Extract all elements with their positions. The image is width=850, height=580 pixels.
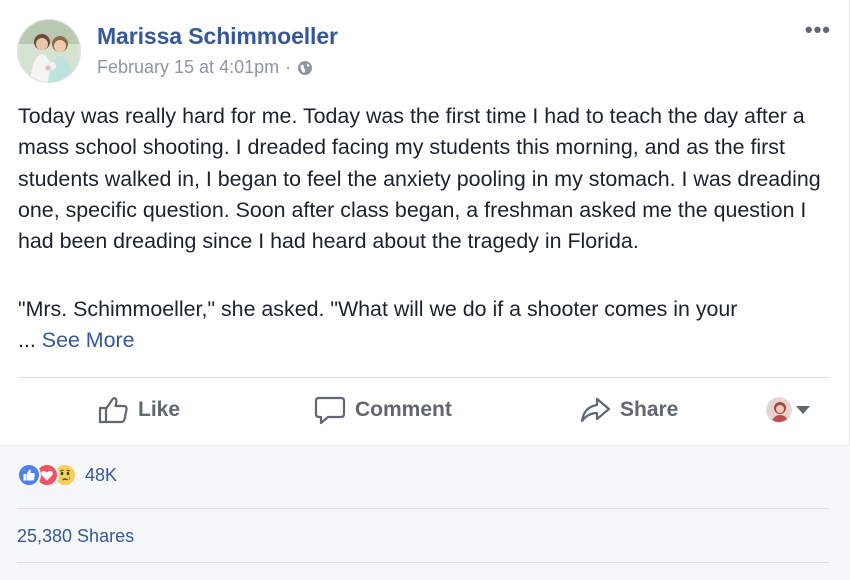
chevron-down-icon xyxy=(796,406,810,414)
post-meta: February 15 at 4:01pm · xyxy=(97,57,313,78)
author-name[interactable]: Marissa Schimmoeller xyxy=(97,23,338,50)
like-label: Like xyxy=(138,398,181,421)
more-options-icon[interactable]: ••• xyxy=(805,19,831,41)
reaction-count[interactable]: 48K xyxy=(85,465,117,486)
post-as-selector[interactable] xyxy=(766,396,810,424)
footer-divider xyxy=(17,508,829,509)
comment-bubble-icon xyxy=(314,396,346,424)
user-mini-avatar xyxy=(766,397,792,423)
post-paragraph-1: Today was really hard for me. Today was … xyxy=(18,104,821,254)
share-button[interactable]: Share xyxy=(580,390,678,430)
truncation-ellipsis: ... xyxy=(18,328,36,353)
comment-button[interactable]: Comment xyxy=(314,390,452,430)
see-more-link[interactable]: See More xyxy=(42,328,135,352)
meta-separator: · xyxy=(285,57,292,77)
post-paragraph-2: "Mrs. Schimmoeller," she asked. "What wi… xyxy=(18,294,830,357)
post-footer: 48K 25,380 Shares xyxy=(0,445,850,580)
post-timestamp[interactable]: February 15 at 4:01pm xyxy=(97,57,279,78)
reactions-summary[interactable]: 48K xyxy=(17,463,117,487)
like-reaction-icon xyxy=(17,463,41,487)
share-label: Share xyxy=(620,398,679,421)
like-button[interactable]: Like xyxy=(98,390,180,430)
footer-divider-bottom xyxy=(17,562,829,563)
thumbs-up-icon xyxy=(98,397,128,424)
globe-icon[interactable] xyxy=(297,60,313,76)
comment-label: Comment xyxy=(355,398,452,421)
share-count[interactable]: 25,380 Shares xyxy=(17,526,134,547)
actions-divider xyxy=(18,377,830,378)
share-arrow-icon xyxy=(580,397,611,423)
author-avatar[interactable] xyxy=(17,19,81,83)
post-paragraph-2-text: "Mrs. Schimmoeller," she asked. "What wi… xyxy=(18,297,738,321)
post-card: Marissa Schimmoeller February 15 at 4:01… xyxy=(0,0,850,445)
